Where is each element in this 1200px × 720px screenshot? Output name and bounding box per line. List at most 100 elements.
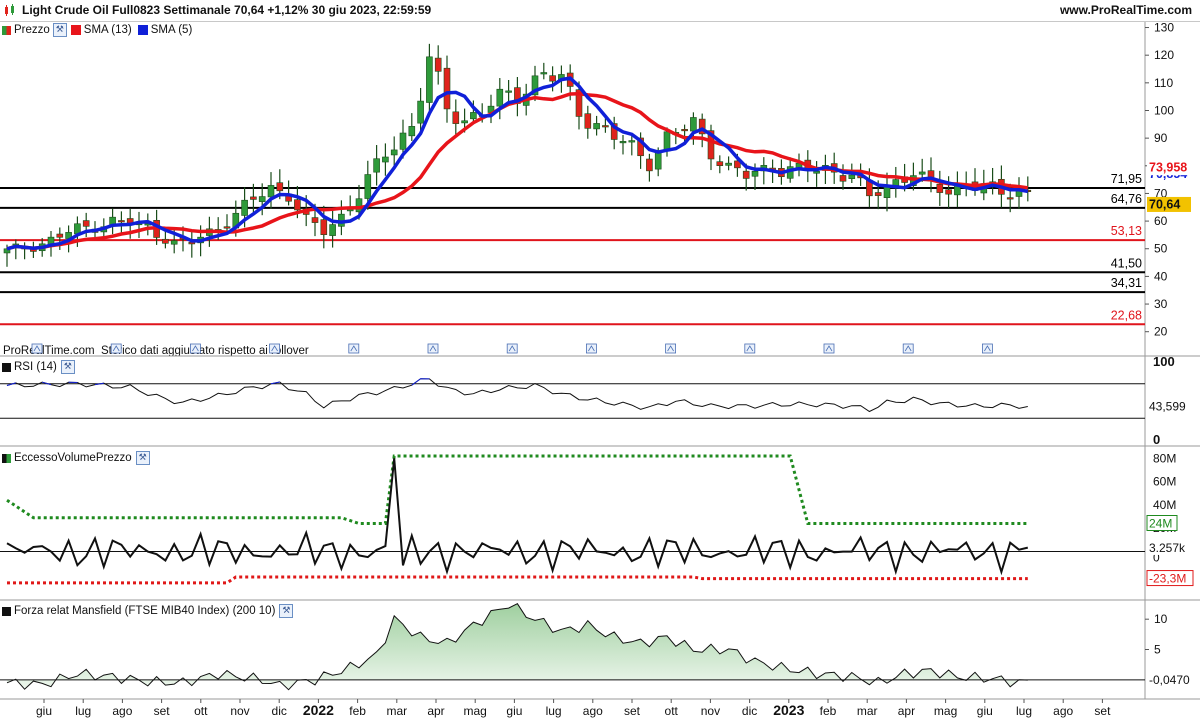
x-tick-label: ago: [583, 704, 603, 718]
mansfield-ytick-label: 5: [1154, 643, 1161, 657]
rollover-icon: [902, 343, 914, 354]
price-legend-label: Prezzo: [14, 24, 50, 36]
volume-upper-bg: [1146, 515, 1178, 531]
website-link[interactable]: www.ProRealTime.com: [1060, 3, 1192, 17]
sma13-legend-label: SMA (13): [83, 24, 132, 36]
x-tick-label: mar: [857, 704, 878, 718]
x-tick-label: lug: [75, 704, 91, 718]
rsi-ytick-label: 100: [1153, 354, 1175, 369]
candle-body: [778, 168, 785, 178]
volume-settings-icon[interactable]: ⚒: [135, 451, 150, 465]
volume-ytick-label: 80M: [1153, 451, 1176, 465]
chart-root: Light Crude Oil Full0823 Settimanale 70,…: [0, 0, 1200, 720]
header-bar: Light Crude Oil Full0823 Settimanale 70,…: [0, 0, 1200, 22]
candle-body: [839, 175, 847, 182]
rsi-settings-icon[interactable]: ⚒: [60, 360, 75, 374]
sma5-last-label-bg: [1147, 166, 1191, 182]
candle-body: [540, 72, 548, 75]
candle-body: [47, 236, 55, 248]
rollover-icon: [506, 343, 518, 354]
level-label-4: 34,31: [1111, 276, 1142, 290]
candle-body: [109, 216, 116, 225]
candle-body: [531, 75, 539, 96]
candle-body: [1015, 190, 1023, 197]
candle-body: [223, 226, 231, 229]
rollover-icon: [665, 343, 676, 354]
candle-body: [118, 220, 125, 223]
price-ytick-label: 110: [1154, 76, 1173, 90]
candle-body: [566, 72, 574, 87]
price-ytick-label: 20: [1154, 325, 1168, 339]
rollover-icon-mark: [746, 345, 754, 352]
candle-body: [153, 220, 160, 238]
sma5-last-label: 70,854: [1149, 167, 1187, 181]
candle-body: [355, 198, 363, 213]
candle-body: [830, 163, 838, 173]
rollover-icon-box: [427, 343, 439, 354]
price-ytick-label: 90: [1154, 131, 1168, 145]
candle-body: [892, 179, 900, 186]
candle-body: [804, 159, 812, 171]
candle-body: [786, 166, 794, 179]
sma13-legend-swatch: [70, 25, 81, 35]
candle-body: [698, 118, 706, 135]
candle-body: [575, 89, 583, 117]
rsi-legend: RSI (14) ⚒: [2, 360, 75, 374]
x-tick-label: feb: [349, 704, 366, 718]
price-ytick-label: 120: [1154, 48, 1174, 62]
rsi-ytick-label: 0: [1153, 432, 1160, 447]
candle-body: [936, 183, 944, 193]
price-ytick-label: 60: [1154, 214, 1168, 228]
volume-upper-band: [6, 454, 1028, 525]
candle-body: [558, 74, 565, 81]
watermark: ProRealTime.com Storico dati aggiustato …: [3, 345, 309, 357]
price-legend-swatch: [2, 25, 11, 35]
mansfield-legend: Forza relat Mansfield (FTSE MIB40 Index)…: [2, 604, 294, 618]
candle-body: [610, 123, 618, 140]
x-tick-label: 2023: [773, 702, 804, 718]
candle-body: [734, 160, 741, 169]
candle-body: [399, 132, 407, 150]
x-tick-label: nov: [230, 704, 249, 718]
candle-body: [716, 161, 724, 167]
sma5-line: [6, 76, 1029, 251]
rollover-icon: [823, 343, 835, 354]
volume-ytick-label: 60M: [1153, 475, 1176, 489]
volume-legend-swatch: [2, 453, 11, 463]
level-label-3: 41,50: [1111, 256, 1142, 270]
rollover-icon-box: [586, 343, 597, 354]
volume-last-label: 3.257k: [1149, 541, 1186, 555]
x-tick-label: apr: [427, 704, 444, 718]
wrench-icon[interactable]: ⚒: [52, 23, 67, 37]
rollover-icon-mark: [825, 345, 833, 352]
candle-body: [135, 221, 143, 226]
sma13-last-label: 73,958: [1149, 161, 1187, 175]
candle-body: [646, 158, 653, 172]
level-label-2: 53,13: [1111, 224, 1142, 238]
candle-body: [760, 165, 768, 172]
candle-body: [276, 182, 284, 192]
sma5-legend-swatch: [137, 25, 148, 35]
candle-body: [12, 243, 20, 247]
level-label-1: 64,76: [1111, 192, 1142, 206]
x-tick-label: mar: [386, 704, 407, 718]
candle-body: [989, 181, 996, 184]
candle-body: [505, 90, 512, 93]
x-tick-label: feb: [820, 704, 837, 718]
price-ytick-label: 40: [1154, 269, 1168, 283]
rollover-icon-box: [744, 343, 756, 354]
candle-body: [813, 171, 820, 174]
candle-body: [443, 67, 451, 110]
candle-body: [179, 237, 187, 240]
candle-body: [522, 93, 530, 106]
volume-ytick-label: 20M: [1153, 521, 1176, 535]
candle-body: [126, 218, 134, 226]
candle-body: [434, 57, 442, 72]
volume-ytick-label: 0: [1153, 550, 1160, 564]
volume-legend-label: EccessoVolumePrezzo: [14, 452, 132, 464]
candle-body: [382, 156, 389, 163]
x-tick-label: set: [1094, 704, 1111, 718]
candle-body: [918, 171, 926, 175]
candle-body: [980, 183, 988, 194]
mansfield-settings-icon[interactable]: ⚒: [279, 604, 294, 618]
